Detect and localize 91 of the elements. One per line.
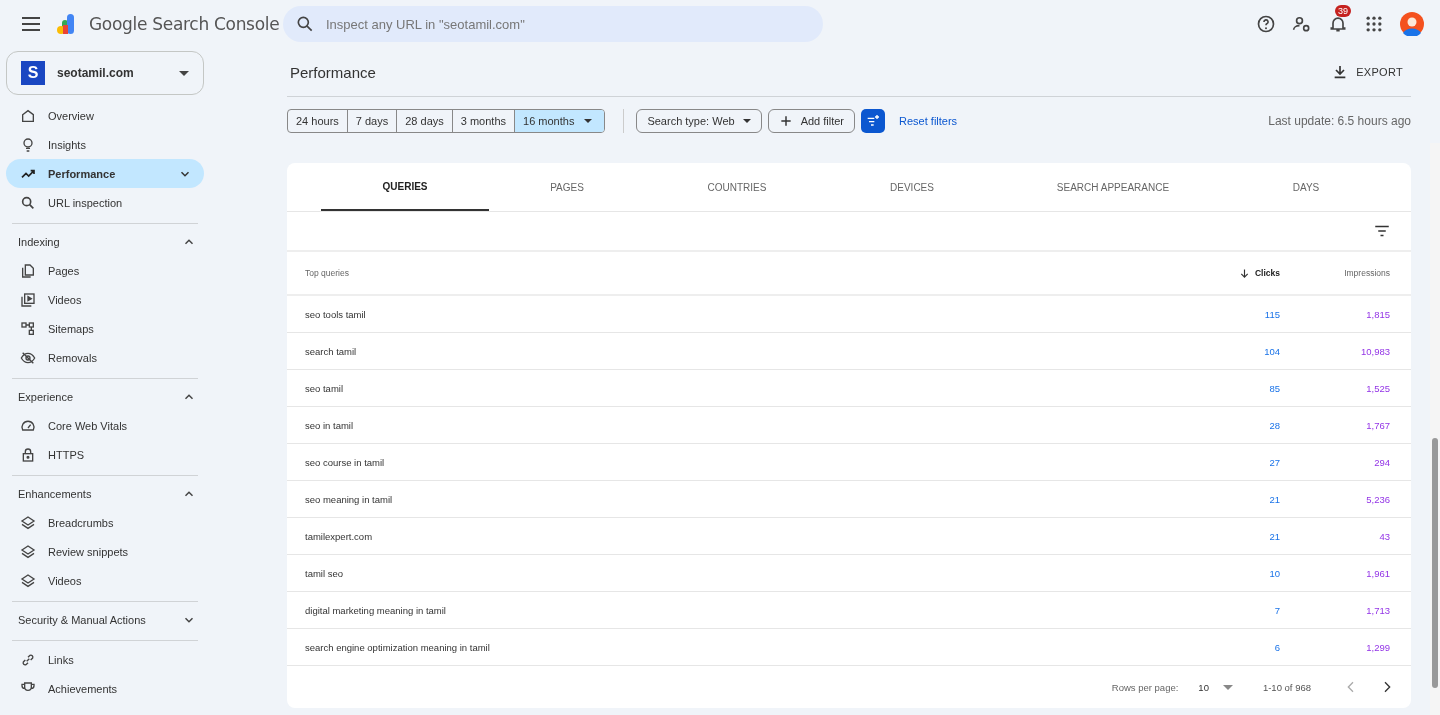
- nav-item[interactable]: Insights: [6, 130, 204, 159]
- table-cell-text: seo tools tamil: [305, 308, 367, 320]
- table-cell-text: 1,767: [1365, 419, 1390, 431]
- tab[interactable]: SEARCH APPEARANCE: [995, 163, 1231, 211]
- nav-item[interactable]: URL inspection: [6, 188, 204, 217]
- column-header[interactable]: Top queries: [305, 268, 1170, 278]
- table-cell-text: 6: [1273, 641, 1280, 653]
- table-cell-text: tamilexpert.com: [305, 530, 374, 542]
- table-cell-text: seo in tamil: [305, 419, 355, 431]
- date-range-button[interactable]: 24 hours: [288, 110, 348, 132]
- property-logo: S: [21, 61, 45, 85]
- search-field[interactable]: Inspect any URL in "seotamil.com": [283, 6, 823, 42]
- add-filter-button[interactable]: Add filter: [767, 109, 856, 133]
- scrollbar[interactable]: [1430, 143, 1440, 715]
- section-header[interactable]: Security & Manual Actions: [6, 606, 204, 634]
- help-icon[interactable]: [1256, 14, 1276, 34]
- page-title: Performance: [290, 63, 376, 81]
- table-cell-text: digital marketing meaning in tamil: [305, 604, 447, 616]
- table-cell-text: 115: [1263, 308, 1280, 320]
- table-cell-text: seo course in tamil: [305, 456, 386, 468]
- user-settings-icon[interactable]: [1292, 14, 1312, 34]
- table-cell-text: 43: [1378, 530, 1390, 542]
- table-cell-text: 28: [1268, 419, 1280, 431]
- tab[interactable]: COUNTRIES: [645, 163, 829, 211]
- nav-item[interactable]: Overview: [6, 101, 204, 130]
- rows-per-page-dropdown[interactable]: 10: [1198, 681, 1233, 693]
- filter-icon: [865, 113, 882, 129]
- table-cell-text: 1,525: [1365, 382, 1390, 394]
- table-cell-text: search tamil: [305, 345, 358, 357]
- table-cell-text: 7: [1273, 604, 1280, 616]
- column-header[interactable]: Impressions: [1280, 268, 1390, 278]
- bell-icon[interactable]: [1328, 14, 1348, 34]
- table-cell-text: 104: [1263, 345, 1280, 357]
- nav-item[interactable]: Review snippets: [6, 537, 204, 566]
- table-cell-text: 10,983: [1359, 345, 1390, 357]
- search-type-dropdown[interactable]: Search type: Web: [636, 109, 762, 133]
- table-cell-text: 1,961: [1365, 567, 1390, 579]
- date-range-button[interactable]: 7 days: [347, 110, 398, 132]
- search-icon: [295, 14, 315, 34]
- table-cell-text: 1,299: [1365, 641, 1390, 653]
- reset-filters-link[interactable]: Reset filters: [899, 115, 958, 127]
- date-range-button[interactable]: 28 days: [397, 110, 453, 132]
- rows-per-page-label: Rows per page:: [1111, 681, 1179, 693]
- tab[interactable]: QUERIES: [321, 163, 489, 211]
- nav-item[interactable]: Videos: [6, 566, 204, 595]
- table-cell-text: 294: [1373, 456, 1390, 468]
- column-header[interactable]: Clicks: [1170, 267, 1280, 279]
- nav-item[interactable]: Pages: [6, 256, 204, 285]
- table-cell-text: seo tamil: [305, 382, 344, 394]
- property-selector[interactable]: S seotamil.com: [6, 51, 204, 95]
- nav-item[interactable]: HTTPS: [6, 440, 204, 469]
- nav-item[interactable]: Performance: [6, 159, 204, 188]
- notification-badge: 39: [1335, 5, 1351, 17]
- apps-icon[interactable]: [1364, 14, 1384, 34]
- nav-item[interactable]: Achievements: [6, 674, 204, 703]
- table-cell-text: 1,815: [1365, 308, 1390, 320]
- table-cell-text: 5,236: [1365, 493, 1390, 505]
- dropdown-icon: [742, 119, 751, 123]
- page-range-text: 1-10 of 968: [1262, 681, 1311, 693]
- tab[interactable]: DAYS: [1231, 163, 1381, 211]
- export-button[interactable]: EXPORT: [1324, 64, 1411, 80]
- nav-item[interactable]: Core Web Vitals: [6, 411, 204, 440]
- table-cell-text: tamil seo: [305, 567, 344, 579]
- sort-down-icon: [1238, 267, 1250, 279]
- last-update-text: Last update: 6.5 hours ago: [1268, 114, 1411, 128]
- tab[interactable]: PAGES: [489, 163, 645, 211]
- dropdown-icon: [584, 119, 593, 123]
- dropdown-icon: [1222, 684, 1233, 690]
- table-cell-text: 21: [1268, 530, 1280, 542]
- table-cell-text: search engine optimization meaning in tamil: [305, 641, 491, 653]
- plus-icon: [778, 114, 793, 128]
- nav-item[interactable]: Breadcrumbs: [6, 508, 204, 537]
- section-header[interactable]: Enhancements: [6, 480, 204, 508]
- tab[interactable]: DEVICES: [829, 163, 995, 211]
- nav-item[interactable]: Links: [6, 645, 204, 674]
- section-header[interactable]: Indexing: [6, 228, 204, 256]
- table-cell-text: 85: [1268, 382, 1280, 394]
- nav-item[interactable]: Removals: [6, 343, 204, 372]
- date-range-button[interactable]: 16 months: [515, 110, 605, 132]
- section-header[interactable]: Experience: [6, 383, 204, 411]
- nav-item[interactable]: Sitemaps: [6, 314, 204, 343]
- app-title: Google Search Console: [89, 14, 280, 34]
- table-cell-text: 10: [1268, 567, 1280, 579]
- filter-settings-button[interactable]: [861, 109, 886, 133]
- dropdown-icon: [179, 70, 189, 76]
- table-cell-text: seo meaning in tamil: [305, 493, 394, 505]
- table-cell-text: 1,713: [1365, 604, 1390, 616]
- avatar-icon[interactable]: [1400, 12, 1424, 36]
- table-cell-text: 21: [1268, 493, 1280, 505]
- table-cell-text: 27: [1268, 456, 1280, 468]
- nav-item[interactable]: Videos: [6, 285, 204, 314]
